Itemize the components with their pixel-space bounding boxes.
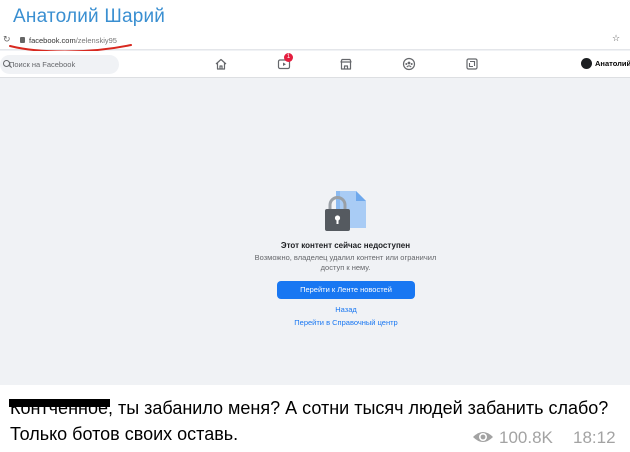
message-time: 18:12 xyxy=(573,428,616,447)
search-placeholder: Поиск на Facebook xyxy=(9,60,76,69)
facebook-top-nav: Поиск на Facebook 1 Анатолий xyxy=(0,51,630,78)
screenshot-image: ↻ facebook.com/zelenskiy95 ☆ Поиск на Fa… xyxy=(0,33,630,385)
profile-avatar[interactable] xyxy=(581,58,592,69)
star-icon[interactable]: ☆ xyxy=(612,34,620,44)
gaming-icon[interactable] xyxy=(465,57,479,71)
groups-icon[interactable] xyxy=(402,57,416,71)
channel-name[interactable]: Анатолий Шарий xyxy=(13,6,165,28)
redaction-bar xyxy=(9,399,110,407)
locked-content-illustration xyxy=(325,191,366,231)
watch-badge: 1 xyxy=(284,53,293,62)
message-meta: 100.8K 18:12 xyxy=(472,427,627,449)
error-title: Этот контент сейчас недоступен xyxy=(280,241,411,250)
go-to-news-feed-button[interactable]: Перейти к Ленте новостей xyxy=(277,281,415,299)
redacted-word: Контченное, xyxy=(9,395,113,421)
eye-icon xyxy=(473,432,493,442)
home-icon[interactable] xyxy=(214,57,228,71)
marketplace-icon[interactable] xyxy=(339,57,353,71)
error-description: Возможно, владелец удалил контент или ог… xyxy=(254,253,437,272)
search-field[interactable]: Поиск на Facebook xyxy=(0,55,119,74)
help-center-link[interactable]: Перейти в Справочный центр xyxy=(246,318,446,327)
back-link[interactable]: Назад xyxy=(296,305,396,314)
profile-name[interactable]: Анатолий xyxy=(595,59,630,68)
view-count: 100.8K xyxy=(499,428,553,447)
